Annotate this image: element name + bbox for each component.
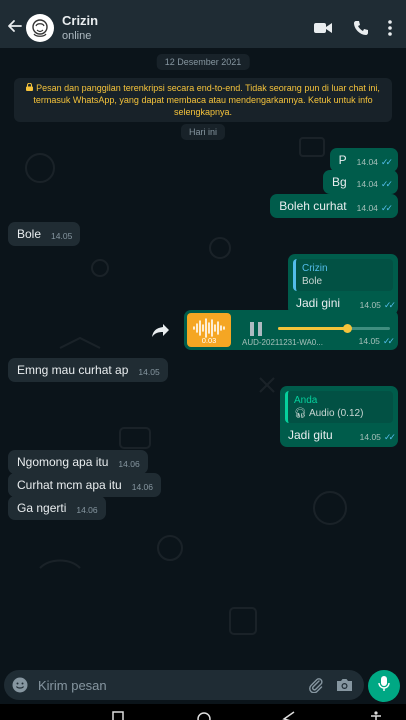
chat-area[interactable]: 12 Desember 2021 Pesan dan panggilan ter…: [0, 48, 406, 668]
audio-seek-bar[interactable]: [278, 324, 390, 333]
message-bubble-incoming[interactable]: Bole 14.05: [8, 222, 81, 246]
message-time: 14.05: [358, 336, 380, 346]
message-text: Ga ngerti: [17, 501, 67, 515]
quoted-text: Audio (0.12): [308, 408, 364, 419]
attach-icon[interactable]: [302, 671, 330, 699]
quoted-sender: Anda: [294, 395, 318, 406]
contact-status: online: [62, 30, 92, 42]
audio-waveform-thumbnail: 0.03: [187, 313, 231, 347]
message-bubble-incoming[interactable]: Curhat mcm apa itu 14.06: [8, 473, 161, 497]
message-text: P: [338, 153, 347, 167]
quoted-text: Bole: [302, 276, 323, 287]
message-time: 14.05: [51, 231, 73, 241]
more-options-icon[interactable]: [380, 13, 400, 43]
audio-filename: AUD-20211231-WA0...: [242, 338, 323, 347]
message-bubble-outgoing[interactable]: P 14.04 ✓✓: [329, 148, 398, 172]
read-ticks-icon: ✓✓: [380, 203, 393, 213]
date-divider: 12 Desember 2021: [156, 54, 250, 70]
message-bubble-outgoing[interactable]: Boleh curhat 14.04 ✓✓: [270, 194, 398, 218]
camera-icon[interactable]: [330, 671, 358, 699]
message-input[interactable]: [38, 677, 278, 693]
contact-name: Crizin: [62, 13, 99, 28]
message-time: 14.05: [359, 300, 381, 310]
message-bubble-outgoing-reply[interactable]: Anda 🎧︎ Audio (0.12) Jadi gitu 14.05 ✓✓: [280, 386, 398, 447]
audio-progress: [278, 327, 348, 330]
avatar[interactable]: [26, 14, 54, 42]
message-time: 14.06: [131, 482, 153, 492]
message-bubble-outgoing[interactable]: Bg 14.04 ✓✓: [322, 170, 398, 194]
message-text: Ngomong apa itu: [17, 455, 109, 469]
chat-header: Crizin online: [0, 8, 406, 48]
contact-info[interactable]: Crizin online: [62, 13, 98, 43]
message-time: 14.06: [76, 505, 98, 515]
status-bar: [0, 0, 406, 8]
phone-call-icon[interactable]: [342, 13, 380, 43]
audio-message-bubble[interactable]: 0.03 AUD-20211231-WA0... 14.05 ✓✓: [184, 310, 398, 350]
read-ticks-icon: ✓✓: [383, 432, 396, 442]
encryption-notice[interactable]: Pesan dan panggilan terenkripsi secara e…: [14, 78, 392, 122]
home-icon[interactable]: [196, 709, 212, 720]
composer-bar: [0, 668, 406, 704]
read-ticks-icon: ✓✓: [382, 336, 395, 346]
message-bubble-outgoing-reply[interactable]: Crizin Bole Jadi gini 14.05 ✓✓: [288, 254, 398, 315]
mic-icon: [378, 675, 390, 697]
back-arrow-icon[interactable]: [4, 18, 26, 38]
message-time: 14.06: [118, 459, 140, 469]
quoted-message[interactable]: Crizin Bole: [293, 259, 393, 291]
pause-icon[interactable]: [250, 322, 262, 336]
read-ticks-icon: ✓✓: [380, 179, 393, 189]
accessibility-icon[interactable]: [370, 709, 382, 720]
message-bubble-incoming[interactable]: Ga ngerti 14.06: [8, 496, 106, 520]
message-text: Jadi gini: [296, 296, 341, 310]
message-time: 14.05: [138, 367, 160, 377]
read-ticks-icon: ✓✓: [380, 157, 393, 167]
date-divider-today: Hari ini: [180, 124, 226, 140]
message-text: Curhat mcm apa itu: [17, 478, 122, 492]
quoted-message[interactable]: Anda 🎧︎ Audio (0.12): [285, 391, 393, 423]
nav-back-icon[interactable]: [282, 709, 296, 720]
recents-icon[interactable]: [112, 709, 124, 720]
message-text: Bg: [331, 175, 347, 189]
message-text: Jadi gitu: [288, 428, 333, 442]
system-nav-bar: [0, 704, 406, 720]
message-time: 14.04: [356, 179, 378, 189]
mic-button[interactable]: [368, 670, 400, 702]
audio-duration: 0.03: [201, 336, 217, 345]
lock-icon: [26, 82, 34, 94]
encryption-notice-text: Pesan dan panggilan terenkripsi secara e…: [33, 83, 380, 117]
read-ticks-icon: ✓✓: [383, 300, 396, 310]
message-time: 14.05: [359, 432, 381, 442]
video-call-icon[interactable]: [304, 13, 342, 43]
quoted-sender: Crizin: [302, 263, 328, 274]
message-input-box[interactable]: [4, 670, 364, 700]
message-bubble-incoming[interactable]: Emng mau curhat ap 14.05: [8, 358, 168, 382]
audio-seek-handle[interactable]: [343, 324, 353, 333]
message-text: Emng mau curhat ap: [17, 363, 129, 377]
message-text: Bole: [17, 227, 42, 241]
message-time: 14.04: [356, 203, 378, 213]
message-bubble-incoming[interactable]: Ngomong apa itu 14.06: [8, 450, 148, 474]
message-text: Boleh curhat: [279, 199, 347, 213]
message-time: 14.04: [356, 157, 378, 167]
forward-icon[interactable]: [150, 321, 172, 339]
headphones-icon: 🎧︎: [294, 408, 307, 419]
emoji-icon[interactable]: [6, 671, 34, 699]
